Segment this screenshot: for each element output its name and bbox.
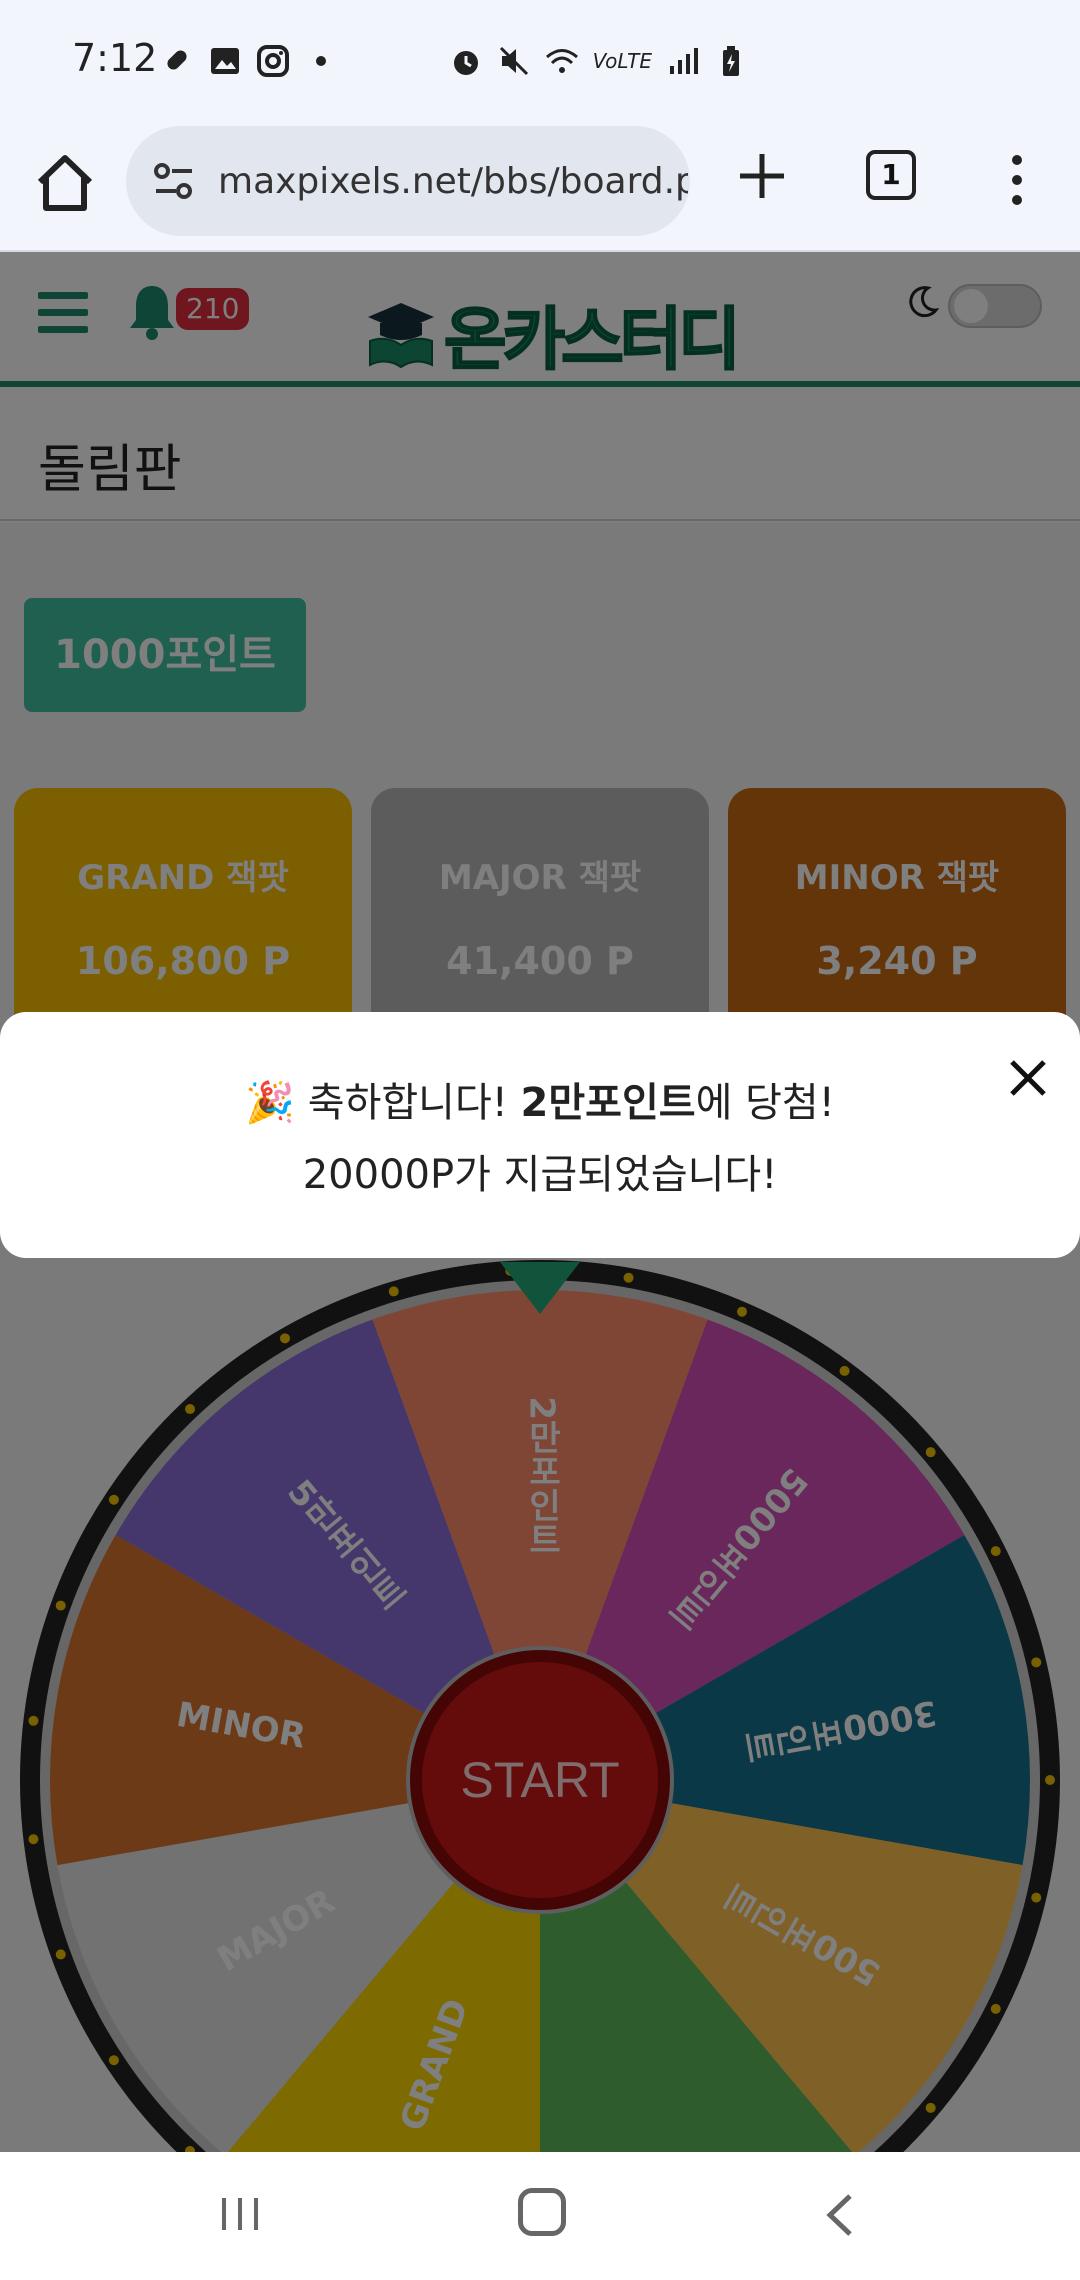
alarm-icon [453,51,478,75]
tab-switcher-button[interactable]: 1 [866,150,916,200]
browser-toolbar: maxpixels.net/bbs/board.php 1 [0,120,1080,252]
toast-message-line1: 🎉 축하합니다! 2만포인트에 당첨! [0,1070,1080,1128]
address-bar[interactable]: maxpixels.net/bbs/board.php [126,126,690,236]
party-popper-icon: 🎉 [245,1080,296,1126]
status-time: 7:12 [72,36,158,80]
url-text: maxpixels.net/bbs/board.php [218,160,688,202]
wifi-icon [545,49,578,73]
instagram-icon [257,45,289,77]
status-right-icons: VoLTE [449,44,748,78]
toast-prefix: 축하합니다! [307,1080,508,1126]
back-icon[interactable] [820,2190,860,2240]
toast-suffix: 에 당첨! [695,1080,835,1126]
battery-icon [723,46,739,76]
toast-prize: 2만포인트 [520,1080,696,1126]
dot-icon [316,56,326,66]
pill-icon [167,50,187,70]
new-tab-icon[interactable] [734,148,790,204]
recents-icon[interactable] [218,2194,262,2234]
close-icon[interactable] [1006,1056,1050,1100]
status-bar: 7:12 VoLTE [0,0,1080,120]
win-notification-toast: 🎉 축하합니다! 2만포인트에 당첨! 20000P가 지급되었습니다! [0,1012,1080,1258]
more-menu-icon[interactable] [1000,152,1034,208]
system-nav-bar [0,2152,1080,2280]
mute-icon [499,46,528,76]
volte-label: VoLTE [592,49,652,73]
image-icon [211,48,239,74]
toast-message-line2: 20000P가 지급되었습니다! [302,1152,778,1198]
site-settings-icon[interactable] [150,157,198,205]
home-icon[interactable] [30,148,100,218]
status-left-icons [160,44,338,78]
signal-icon [670,48,698,74]
home-button[interactable] [518,2188,566,2236]
